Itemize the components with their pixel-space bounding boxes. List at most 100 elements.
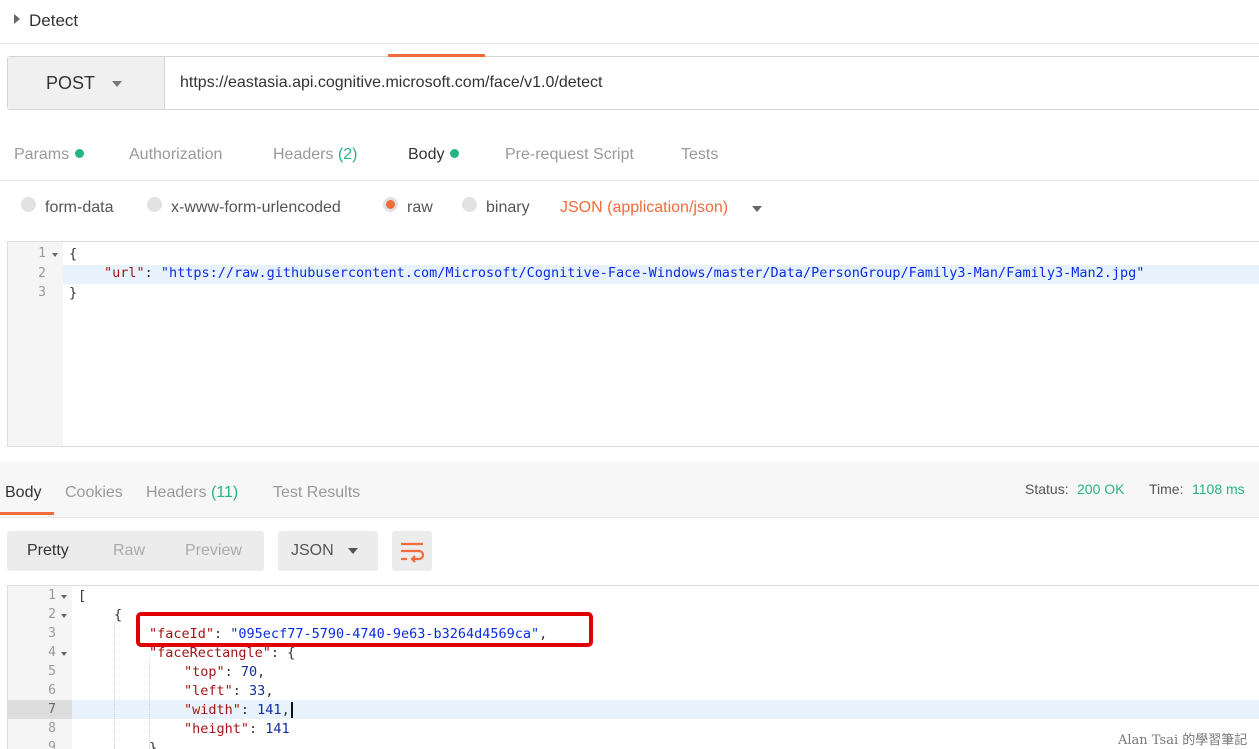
json-number: 70 bbox=[240, 664, 258, 680]
line-number: 5 bbox=[48, 664, 56, 679]
active-line-gutter: 7 bbox=[8, 700, 72, 719]
json-key: "url" bbox=[104, 265, 145, 281]
line-number: 4 bbox=[48, 645, 56, 660]
tab-authorization[interactable]: Authorization bbox=[129, 146, 222, 164]
fold-arrow-icon[interactable] bbox=[61, 652, 67, 656]
line-number: 2 bbox=[38, 266, 46, 281]
line-number: 1 bbox=[48, 588, 56, 603]
tab-params[interactable]: Params bbox=[14, 146, 85, 164]
fold-arrow-icon[interactable] bbox=[61, 595, 67, 599]
url-input[interactable]: https://eastasia.api.cognitive.microsoft… bbox=[180, 74, 602, 92]
tab-body[interactable]: Body bbox=[408, 146, 460, 164]
view-mode-group: Pretty Raw Preview bbox=[7, 531, 264, 571]
tab-tests[interactable]: Tests bbox=[681, 146, 718, 164]
json-key: "faceRectangle" bbox=[149, 645, 271, 661]
radio-x-www-form-urlencoded[interactable] bbox=[147, 197, 162, 212]
format-select[interactable]: JSON bbox=[278, 531, 378, 571]
line-number-gutter: 1 2 3 bbox=[8, 242, 63, 446]
chevron-down-icon[interactable] bbox=[752, 206, 762, 212]
line-number: 6 bbox=[48, 683, 56, 698]
radio-form-data[interactable] bbox=[21, 197, 36, 212]
time-label: Time: bbox=[1149, 481, 1184, 497]
tab-count: (11) bbox=[210, 484, 239, 501]
response-tab-headers[interactable]: Headers (11) bbox=[146, 484, 238, 502]
status-dot-icon bbox=[450, 149, 460, 158]
code-line: "left": 33, bbox=[184, 683, 274, 699]
url-bar: POST https://eastasia.api.cognitive.micr… bbox=[7, 56, 1259, 110]
wrap-lines-icon bbox=[401, 542, 425, 563]
radio-label-form-data[interactable]: form-data bbox=[45, 199, 113, 217]
line-number: 7 bbox=[48, 702, 56, 717]
json-string: "https://raw.githubusercontent.com/Micro… bbox=[160, 265, 1145, 281]
json-key: "top" bbox=[184, 664, 225, 680]
watermark: Alan Tsai 的學習筆記 bbox=[1118, 733, 1248, 748]
format-label: JSON bbox=[291, 542, 334, 559]
radio-label-binary[interactable]: binary bbox=[486, 199, 530, 217]
line-number: 1 bbox=[38, 246, 46, 261]
tab-headers[interactable]: Headers (2) bbox=[273, 146, 358, 164]
method-label: POST bbox=[46, 73, 96, 93]
fold-arrow-icon[interactable] bbox=[52, 253, 58, 257]
tab-count: (2) bbox=[337, 146, 358, 163]
radio-binary[interactable] bbox=[462, 197, 477, 212]
line-number-gutter: 1 2 3 4 5 6 8 9 bbox=[8, 586, 72, 749]
code-line: "width": 141, bbox=[184, 702, 301, 718]
content-type-select[interactable]: JSON (application/json) bbox=[560, 199, 728, 217]
view-preview-button[interactable]: Preview bbox=[185, 542, 242, 560]
line-number: 8 bbox=[48, 721, 56, 736]
tab-label: Body bbox=[408, 146, 445, 163]
collapse-caret-icon[interactable] bbox=[14, 14, 20, 24]
highlight-annotation-box bbox=[136, 612, 593, 647]
json-key: "height" bbox=[184, 721, 250, 737]
code-line: { bbox=[114, 607, 123, 623]
view-raw-button[interactable]: Raw bbox=[113, 542, 145, 560]
tab-label: Params bbox=[14, 146, 70, 163]
indent-guide bbox=[149, 660, 150, 749]
text-cursor bbox=[290, 702, 301, 718]
tab-label: Headers bbox=[146, 484, 207, 501]
tab-label: Pre-request Script bbox=[505, 146, 634, 163]
line-number: 3 bbox=[38, 285, 46, 300]
radio-label-urlencoded[interactable]: x-www-form-urlencoded bbox=[171, 199, 341, 217]
chevron-down-icon bbox=[348, 548, 358, 554]
status-label: Status: bbox=[1025, 481, 1069, 497]
active-tab-indicator bbox=[0, 512, 54, 515]
code-line: "url": "https://raw.githubusercontent.co… bbox=[104, 265, 1145, 281]
fold-arrow-icon[interactable] bbox=[61, 614, 67, 618]
status-dot-icon bbox=[75, 149, 85, 158]
tab-label: Headers bbox=[273, 146, 334, 163]
radio-raw[interactable] bbox=[383, 197, 398, 212]
request-body-editor[interactable]: 1 2 3 { "url": "https://raw.githubuserco… bbox=[7, 241, 1259, 447]
tab-label: Tests bbox=[681, 146, 719, 163]
response-tab-cookies[interactable]: Cookies bbox=[65, 484, 123, 502]
json-number: 33 bbox=[249, 683, 266, 699]
indent-guide bbox=[114, 622, 115, 749]
chevron-down-icon bbox=[112, 81, 122, 87]
tab-pre-request-script[interactable]: Pre-request Script bbox=[505, 146, 634, 164]
code-line: "height": 141 bbox=[184, 721, 290, 737]
wrap-lines-button[interactable] bbox=[392, 531, 432, 571]
active-tab-indicator bbox=[388, 54, 485, 57]
view-pretty-button[interactable]: Pretty bbox=[27, 542, 69, 560]
response-body-viewer[interactable]: 1 2 3 4 5 6 8 9 7 [ { "faceId": "095ecf7… bbox=[7, 585, 1259, 749]
code-line: [ bbox=[78, 588, 87, 604]
response-tab-test-results[interactable]: Test Results bbox=[273, 484, 360, 502]
code-line: } bbox=[69, 285, 78, 301]
time-value: 1108 ms bbox=[1192, 481, 1245, 497]
method-select[interactable]: POST bbox=[8, 57, 165, 109]
json-key: "left" bbox=[184, 683, 233, 699]
code-line: "faceRectangle": { bbox=[149, 645, 296, 661]
json-number: 141 bbox=[265, 721, 290, 737]
line-number: 3 bbox=[48, 626, 56, 641]
line-number: 2 bbox=[48, 607, 56, 622]
request-name: Detect bbox=[29, 11, 79, 30]
response-tab-body[interactable]: Body bbox=[5, 484, 41, 502]
request-title-row[interactable]: Detect bbox=[0, 0, 1259, 44]
code-line: "top": 70, bbox=[184, 664, 266, 680]
code-line: { bbox=[69, 246, 78, 262]
json-key: "width" bbox=[184, 702, 241, 718]
request-tabs: Params Authorization Headers (2) Body Pr… bbox=[0, 122, 1259, 181]
json-number: 141 bbox=[257, 702, 282, 718]
radio-label-raw[interactable]: raw bbox=[407, 199, 433, 217]
status-value: 200 OK bbox=[1077, 481, 1125, 497]
